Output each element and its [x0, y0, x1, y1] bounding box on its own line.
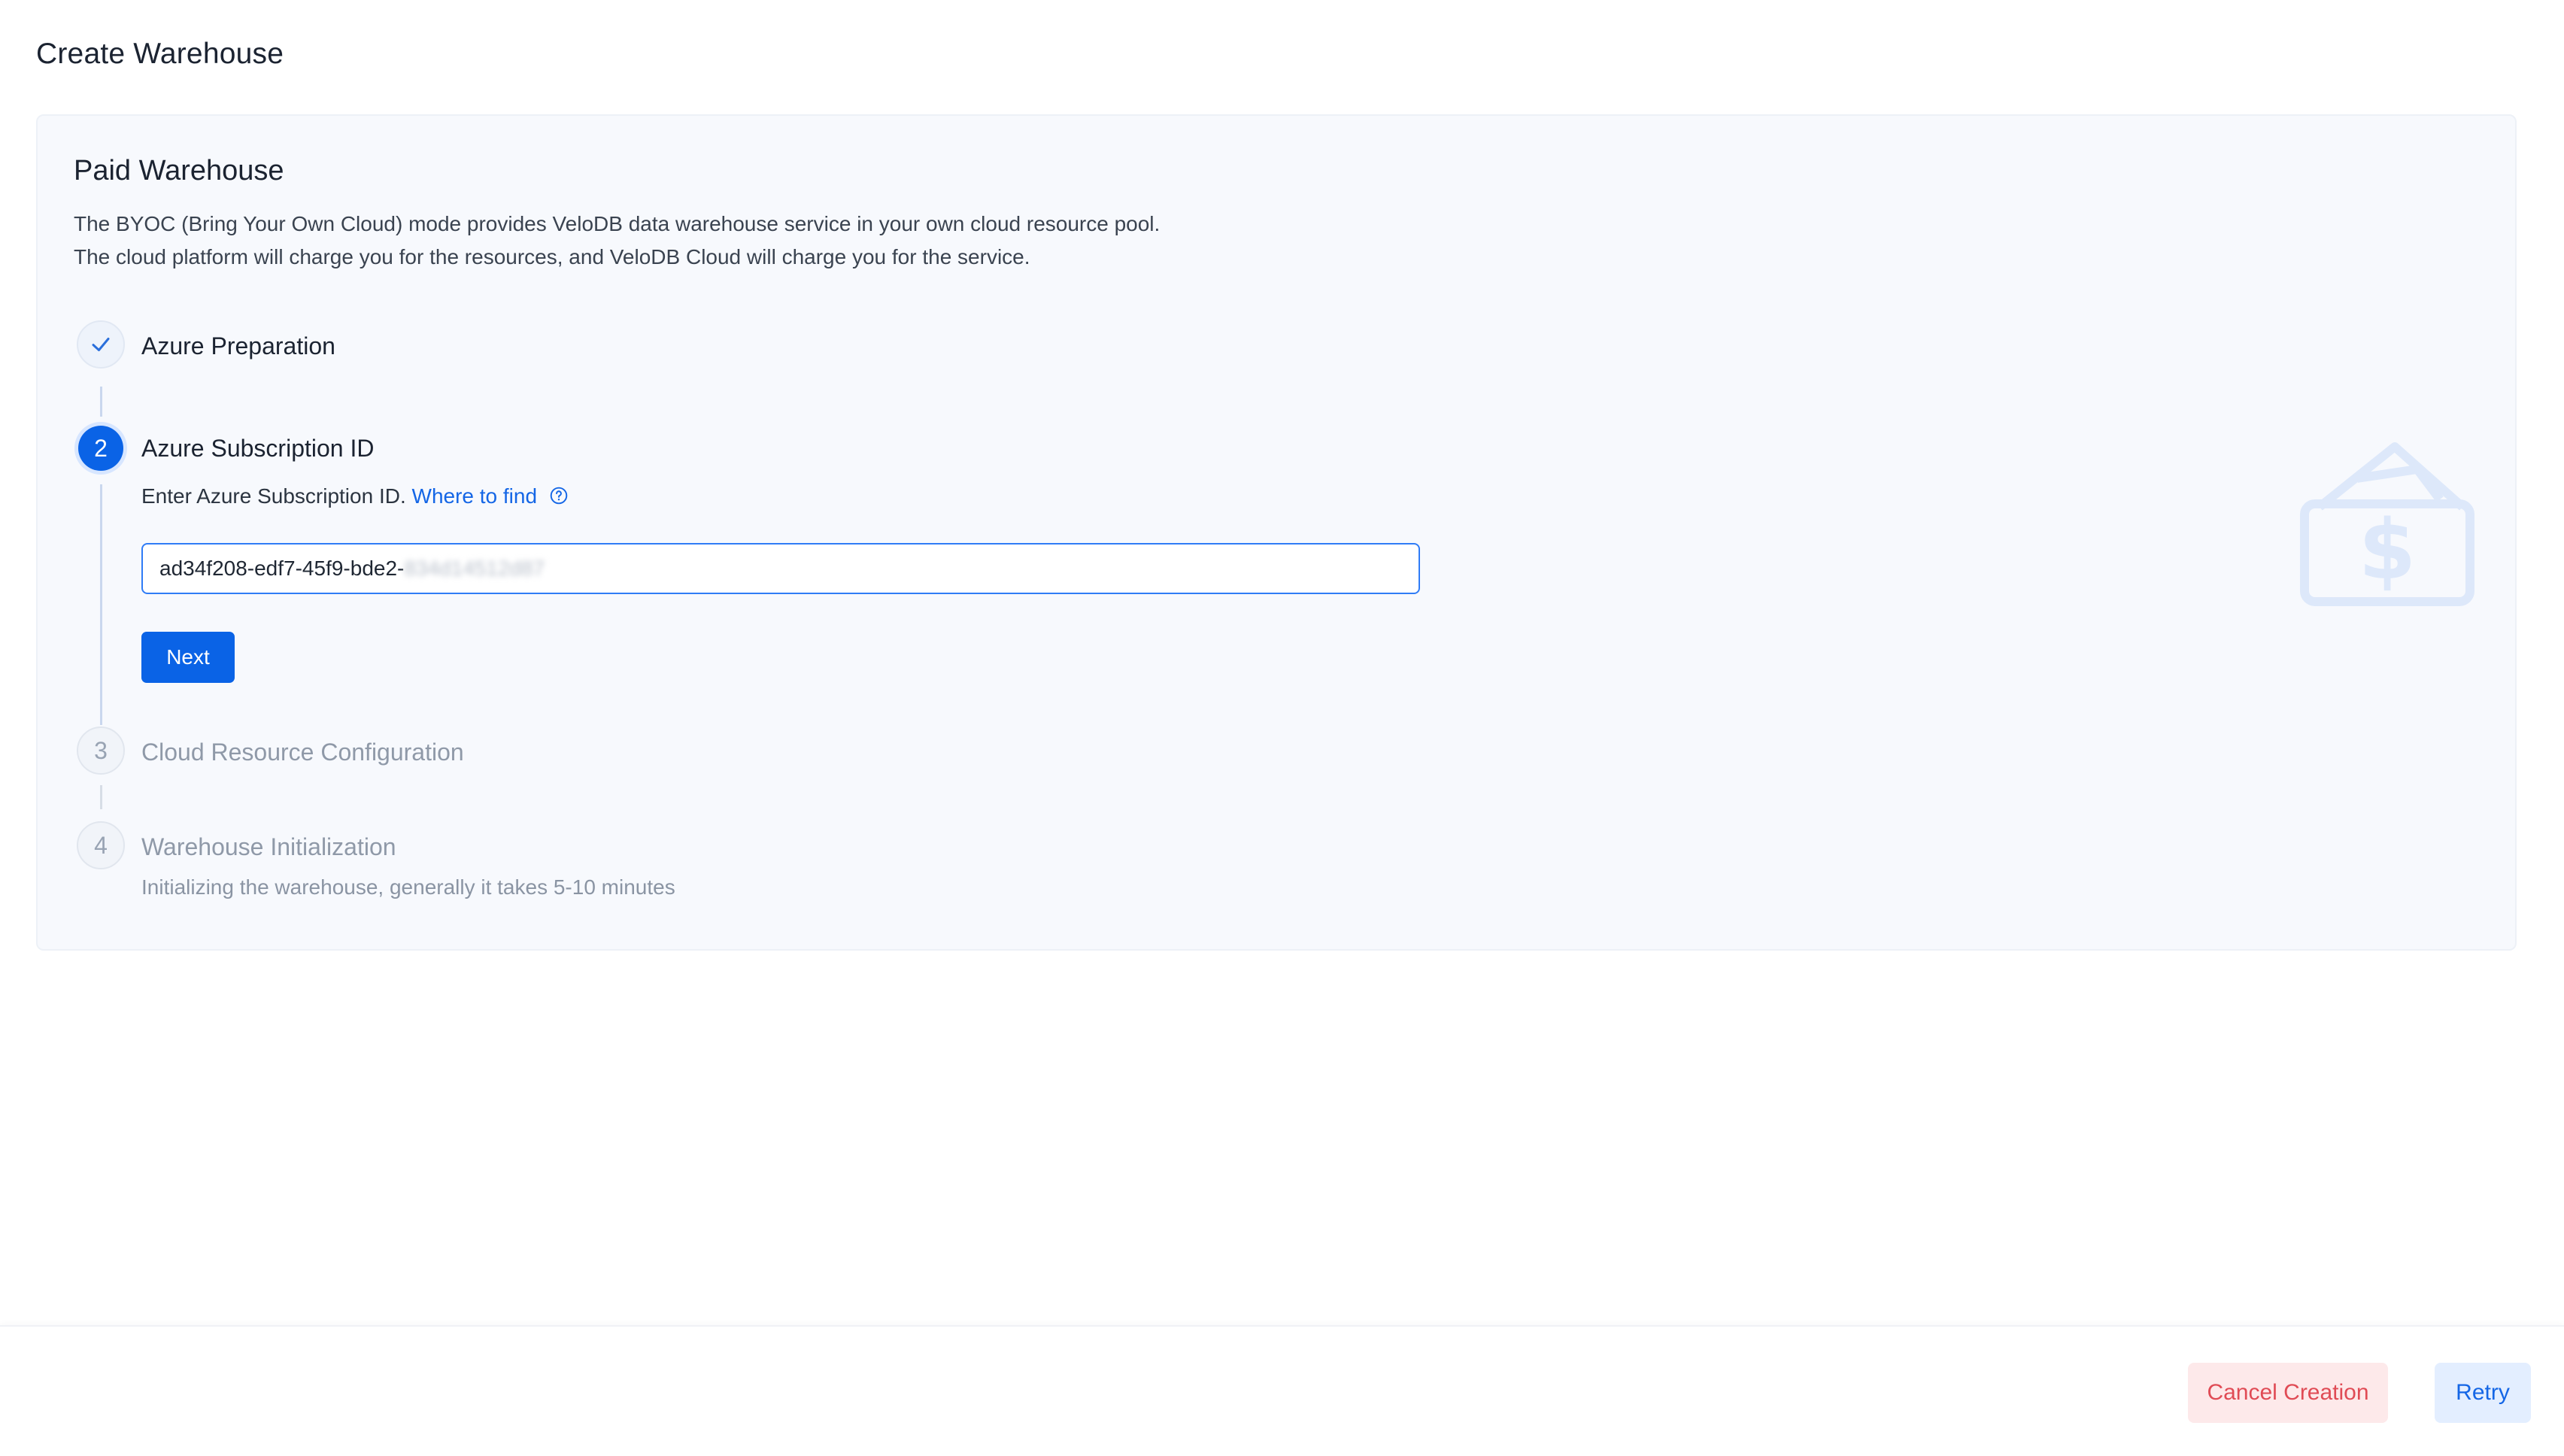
step-2-icon: 2: [78, 426, 123, 471]
step-1-icon: [77, 320, 125, 369]
step-2-hint: Enter Azure Subscription ID.: [141, 484, 406, 508]
step-connector-3: [100, 785, 102, 809]
step-4-subtitle: Initializing the warehouse, generally it…: [141, 875, 675, 899]
retry-button[interactable]: Retry: [2435, 1363, 2531, 1423]
subscription-id-value: ad34f208-edf7-45f9-bde2-: [159, 557, 405, 580]
subscription-id-input[interactable]: ad34f208-edf7-45f9-bde2- 834d14512d87: [141, 543, 1420, 594]
cancel-creation-button[interactable]: Cancel Creation: [2188, 1363, 2388, 1423]
step-3-number: 3: [94, 736, 108, 764]
svg-text:$: $: [2359, 502, 2417, 598]
step-1-title: Azure Preparation: [141, 332, 335, 359]
step-4-title: Warehouse Initialization: [141, 833, 396, 860]
page-title: Create Warehouse: [36, 38, 284, 70]
card-title: Paid Warehouse: [74, 155, 284, 187]
next-button[interactable]: Next: [141, 632, 235, 683]
step-3-title: Cloud Resource Configuration: [141, 739, 464, 766]
step-connector-2: [100, 484, 102, 725]
step-connector-1: [100, 387, 102, 417]
description-line-2: The cloud platform will charge you for t…: [74, 245, 1030, 268]
check-icon: [92, 338, 110, 351]
description-line-1: The BYOC (Bring Your Own Cloud) mode pro…: [74, 212, 1161, 235]
where-to-find-link[interactable]: Where to find: [412, 484, 538, 508]
step-4-number: 4: [94, 831, 108, 859]
step-4-icon: 4: [77, 821, 125, 869]
help-circle-icon[interactable]: [549, 486, 569, 511]
step-2-hint-row: Enter Azure Subscription ID. Where to fi…: [141, 484, 569, 511]
step-2-title: Azure Subscription ID: [141, 435, 375, 462]
footer-bar: Cancel Creation Retry: [0, 1325, 2564, 1456]
subscription-id-blurred: 834d14512d87: [404, 557, 545, 580]
step-2-number: 2: [94, 434, 108, 462]
paid-warehouse-card: $ Paid Warehouse The BYOC (Bring Your Ow…: [36, 114, 2517, 951]
step-3-icon: 3: [77, 726, 125, 775]
wallet-watermark-icon: $: [2289, 432, 2485, 616]
card-description: The BYOC (Bring Your Own Cloud) mode pro…: [74, 208, 1160, 274]
